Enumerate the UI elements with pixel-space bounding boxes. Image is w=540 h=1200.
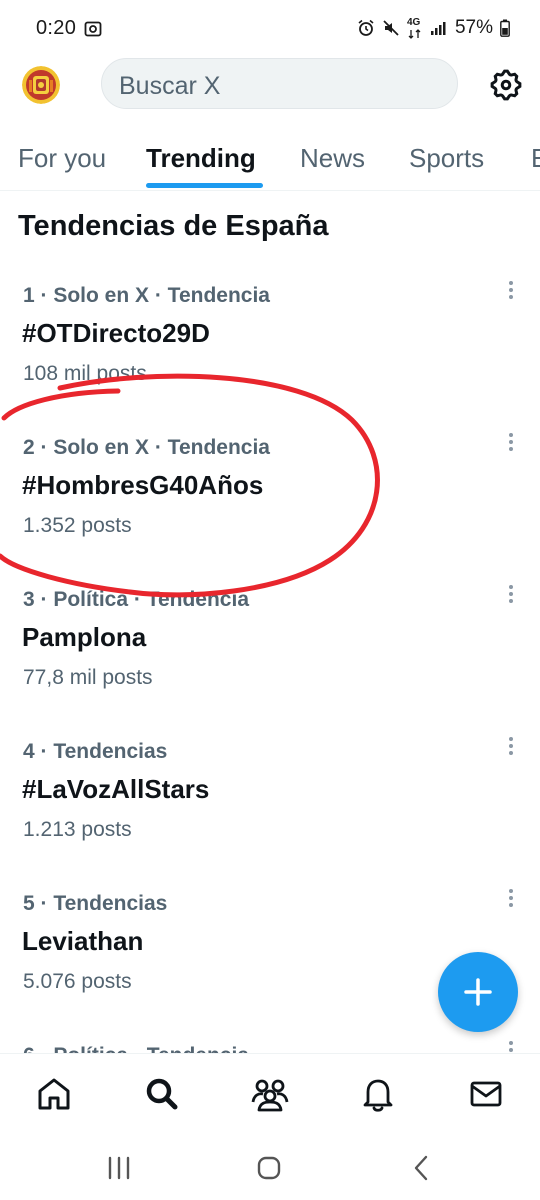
tab-sports[interactable]: Sports [409,143,484,174]
more-vertical-icon [509,737,513,755]
trend-post-count: 1.213 posts [23,818,132,841]
tab-for-you[interactable]: For you [18,143,106,174]
signal-icon [430,20,446,36]
search-input[interactable]: Buscar X [101,58,458,109]
nav-explore[interactable] [142,1074,182,1114]
nav-communities[interactable] [250,1074,290,1114]
search-icon [146,1078,178,1110]
more-options-button[interactable] [500,276,522,306]
profile-avatar[interactable] [22,66,60,104]
trend-context: 3 · Política · Tendencia [23,588,249,611]
more-vertical-icon [509,585,513,603]
battery-level: 57% [454,17,493,38]
trend-context: 5 · Tendencias [23,892,168,915]
settings-button[interactable] [488,67,524,103]
trend-post-count: 77,8 mil posts [23,666,153,689]
notifications-icon [363,1079,393,1112]
trend-name: Leviathan [22,926,144,956]
communities-icon [251,1079,289,1112]
recent-apps-button[interactable] [104,1153,134,1183]
back-button[interactable] [406,1153,436,1183]
section-title: Tendencias de España [18,210,329,242]
trend-item[interactable]: 2 · Solo en X · Tendencia #HombresG40Año… [0,433,540,588]
trend-post-count: 5.076 posts [23,970,132,993]
nav-notifications[interactable] [358,1074,398,1114]
messages-icon [470,1081,502,1107]
bottom-nav [0,1053,540,1131]
trend-name: #OTDirecto29D [22,318,210,348]
nav-messages[interactable] [466,1074,506,1114]
network-label: 4G [406,17,421,28]
home-system-button[interactable] [254,1153,284,1183]
tab-news[interactable]: News [300,143,365,174]
more-vertical-icon [509,281,513,299]
trend-context: 1 · Solo en X · Tendencia [23,284,270,307]
trend-item[interactable]: 3 · Política · Tendencia Pamplona 77,8 m… [0,585,540,740]
battery-icon [500,19,510,37]
mute-icon [382,19,400,37]
trend-name: #HombresG40Años [22,470,264,500]
more-vertical-icon [509,433,513,451]
network-icon: 4G [407,17,423,39]
compose-post-button[interactable] [438,952,518,1032]
more-options-button[interactable] [500,884,522,914]
screenshot-icon [84,20,102,38]
active-tab-indicator [146,183,263,188]
status-time: 0:20 [36,17,77,39]
gear-icon [490,69,522,101]
nav-home[interactable] [34,1074,74,1114]
more-options-button[interactable] [500,732,522,762]
more-vertical-icon [509,889,513,907]
status-icons: 4G 57% [357,17,510,39]
home-circle-icon [257,1156,281,1180]
plus-icon [464,978,492,1006]
top-header: Buscar X [0,58,540,118]
system-nav-bar [0,1131,540,1200]
explore-tabs: For you Trending News Sports E [0,130,540,191]
trend-post-count: 1.352 posts [23,514,132,537]
search-placeholder: Buscar X [119,72,221,100]
recent-apps-icon [108,1156,130,1180]
trend-post-count: 108 mil posts [23,362,147,385]
trend-item[interactable]: 1 · Solo en X · Tendencia #OTDirecto29D … [0,281,540,436]
trend-context: 2 · Solo en X · Tendencia [23,436,270,459]
trend-name: #LaVozAllStars [22,774,210,804]
trend-item[interactable]: 4 · Tendencias #LaVozAllStars 1.213 post… [0,737,540,892]
status-bar: 0:20 4G 57% [0,0,540,58]
trend-name: Pamplona [22,622,147,652]
tab-trending[interactable]: Trending [146,143,256,174]
more-options-button[interactable] [500,580,522,610]
more-options-button[interactable] [500,428,522,458]
trend-context: 4 · Tendencias [23,740,168,763]
alarm-icon [357,19,375,37]
home-icon [38,1078,70,1110]
tab-entertainment[interactable]: E [531,143,540,174]
back-chevron-icon [414,1155,428,1181]
